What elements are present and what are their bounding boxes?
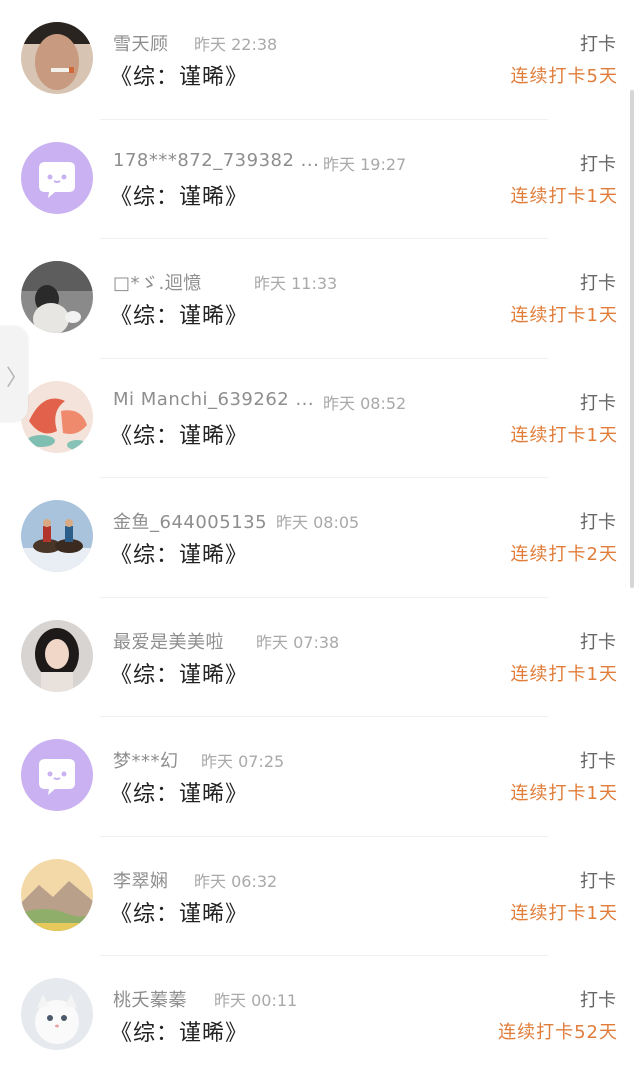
list-item[interactable]: 桃夭蓁蓁 昨天 00:11 《综：谨晞》 打卡 连续打卡52天 [0, 956, 640, 1068]
list-item[interactable]: 雪天顾 昨天 22:38 《综：谨晞》 打卡 连续打卡5天 [0, 0, 640, 120]
default-chat-bubble-icon [21, 739, 93, 811]
checkin-time: 昨天 07:25 [201, 752, 285, 771]
checkin-time: 昨天 00:11 [214, 991, 298, 1010]
checkin-list: 雪天顾 昨天 22:38 《综：谨晞》 打卡 连续打卡5天 178***872_… [0, 0, 640, 1068]
checkin-time: 昨天 08:05 [276, 513, 360, 532]
username: Mi Manchi_639262 ... [113, 388, 315, 410]
checkin-label: 打卡 [580, 34, 616, 55]
book-title[interactable]: 《综：谨晞》 [110, 1015, 248, 1047]
checkin-time: 昨天 11:33 [254, 274, 338, 293]
checkin-time: 昨天 22:38 [194, 35, 278, 54]
avatar[interactable] [21, 739, 93, 811]
book-title[interactable]: 《综：谨晞》 [110, 179, 248, 211]
koi-painting-icon [21, 380, 93, 453]
avatar[interactable] [21, 141, 93, 214]
username: 梦***幻 [113, 751, 179, 772]
checkin-time: 昨天 19:27 [323, 154, 407, 174]
avatar[interactable] [21, 978, 93, 1050]
checkin-label: 打卡 [580, 631, 616, 653]
white-kitten-icon [21, 978, 93, 1050]
book-title[interactable]: 《综：谨晞》 [110, 657, 248, 689]
checkin-label: 打卡 [580, 153, 616, 175]
mountain-landscape-icon [21, 858, 93, 931]
book-title[interactable]: 《综：谨晞》 [110, 896, 248, 928]
checkin-label: 打卡 [580, 751, 616, 772]
avatar[interactable] [21, 380, 93, 453]
list-item[interactable]: 金鱼_644005135 昨天 08:05 《综：谨晞》 打卡 连续打卡2天 [0, 478, 640, 598]
username: 178***872_739382 ... [113, 149, 320, 171]
username: □*ゞ.迴憶 [113, 273, 202, 294]
book-title[interactable]: 《综：谨晞》 [110, 537, 248, 569]
username: 雪天顾 [113, 34, 169, 55]
checkin-label: 打卡 [580, 990, 616, 1011]
chevron-right-icon: 〉 [6, 366, 29, 391]
person-with-cat-icon [21, 261, 93, 333]
streak-label: 连续打卡1天 [510, 663, 618, 685]
book-title[interactable]: 《综：谨晞》 [110, 776, 248, 808]
book-title[interactable]: 《综：谨晞》 [110, 298, 248, 330]
checkin-label: 打卡 [580, 273, 616, 294]
default-chat-bubble-icon [21, 141, 93, 214]
username: 最爱是美美啦 [113, 631, 224, 653]
streak-label: 连续打卡52天 [498, 1022, 618, 1043]
list-item[interactable]: 178***872_739382 ... 昨天 19:27 《综：谨晞》 打卡 … [0, 120, 640, 239]
book-title[interactable]: 《综：谨晞》 [110, 418, 248, 450]
list-item[interactable]: □*ゞ.迴憶 昨天 11:33 《综：谨晞》 打卡 连续打卡1天 [0, 239, 640, 359]
streak-label: 连续打卡1天 [510, 305, 618, 326]
streak-label: 连续打卡1天 [510, 902, 618, 924]
list-item[interactable]: 梦***幻 昨天 07:25 《综：谨晞》 打卡 连续打卡1天 [0, 717, 640, 837]
streak-label: 连续打卡5天 [510, 66, 618, 87]
streak-label: 连续打卡1天 [510, 185, 618, 207]
list-item[interactable]: 李翠娴 昨天 06:32 《综：谨晞》 打卡 连续打卡1天 [0, 837, 640, 956]
list-item[interactable]: Mi Manchi_639262 ... 昨天 08:52 《综：谨晞》 打卡 … [0, 359, 640, 478]
avatar[interactable] [21, 619, 93, 692]
streak-label: 连续打卡1天 [510, 783, 618, 804]
scrollbar[interactable] [630, 90, 634, 588]
avatar[interactable] [21, 500, 93, 572]
username: 金鱼_644005135 [113, 512, 268, 533]
book-title[interactable]: 《综：谨晞》 [110, 59, 248, 91]
streak-label: 连续打卡1天 [510, 424, 618, 446]
username: 李翠娴 [113, 870, 169, 892]
list-item[interactable]: 最爱是美美啦 昨天 07:38 《综：谨晞》 打卡 连续打卡1天 [0, 598, 640, 717]
avatar[interactable] [21, 22, 93, 94]
checkin-label: 打卡 [580, 512, 616, 533]
checkin-time: 昨天 07:38 [256, 632, 340, 652]
avatar[interactable] [21, 858, 93, 931]
horse-riders-icon [21, 500, 93, 572]
checkin-time: 昨天 08:52 [323, 393, 407, 413]
streak-label: 连续打卡2天 [510, 544, 618, 565]
woman-portrait-icon [21, 619, 93, 692]
side-drawer-handle[interactable]: 〉 [0, 326, 28, 422]
checkin-label: 打卡 [580, 870, 616, 892]
man-photo-icon [21, 22, 93, 94]
avatar[interactable] [21, 261, 93, 333]
checkin-time: 昨天 06:32 [194, 871, 278, 891]
checkin-label: 打卡 [580, 392, 616, 414]
username: 桃夭蓁蓁 [113, 990, 187, 1011]
